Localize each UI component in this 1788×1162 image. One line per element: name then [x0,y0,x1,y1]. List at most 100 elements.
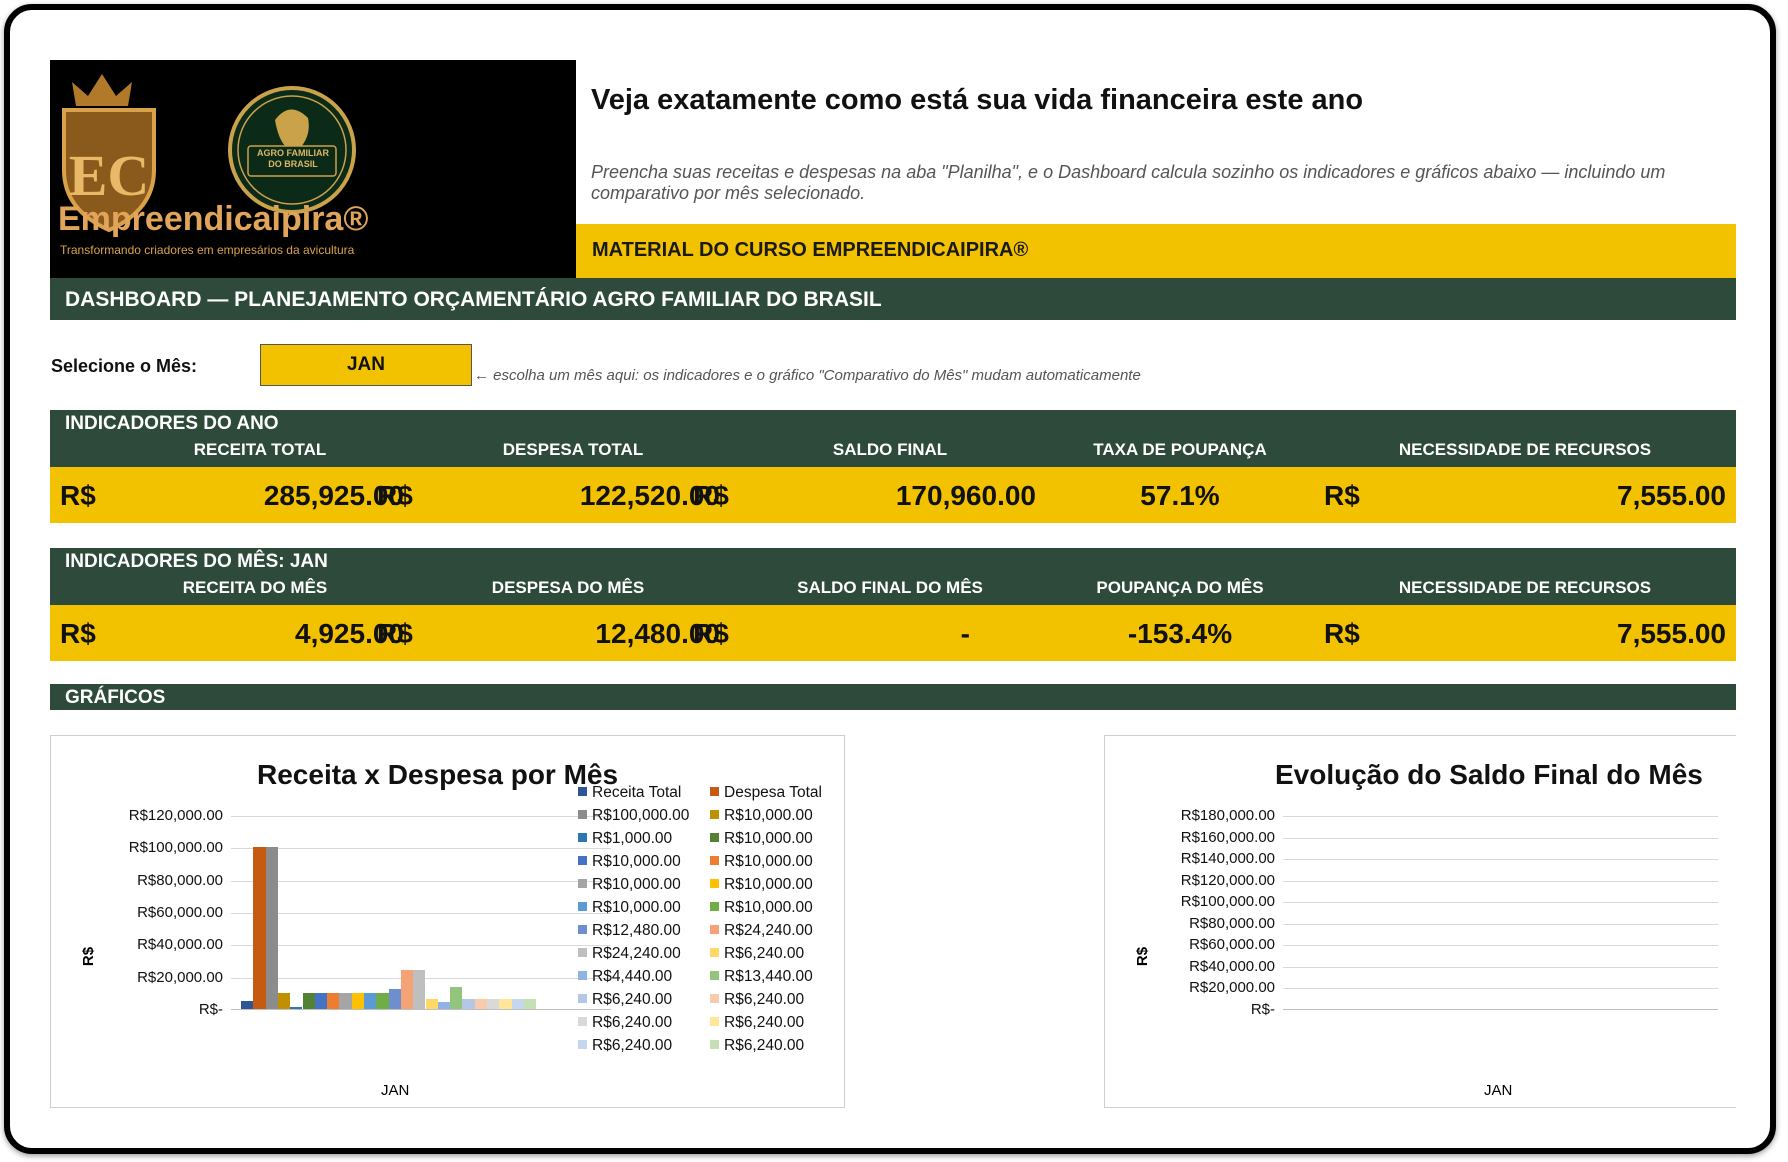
chart-bar [327,992,340,1009]
legend-swatch [578,1017,587,1026]
legend-label: Receita Total [592,784,682,801]
legend-label: R$6,240.00 [592,991,673,1008]
legend-swatch [710,948,719,957]
legend-swatch [578,1040,587,1049]
chart-evolucao-saldo[interactable]: Evolução do Saldo Final do Mês R$ R$- R$2… [1104,735,1736,1108]
legend-swatch [578,925,587,934]
value-saldo-final-mes: - [960,618,970,649]
currency-symbol: R$ [60,480,96,511]
chart-legend-item: R$4,440.00 [578,968,672,986]
chart-y-tick: R$20,000.00 [1189,979,1275,997]
chart-legend-item: R$100,000.00 [578,807,689,825]
month-selector[interactable]: JAN [260,344,472,386]
chart-legend-item: R$12,480.00 [578,922,681,940]
chart-y-tick: R$60,000.00 [1189,936,1275,954]
col-receita-mes: RECEITA DO MÊS [182,578,328,597]
legend-label: R$10,000.00 [724,807,813,824]
page-title: Veja exatamente como está sua vida finan… [591,84,1364,116]
chart-legend: Receita Total Despesa Total R$100,000.00 R$… [578,784,838,1054]
chart-legend-item: R$10,000.00 [710,899,813,917]
legend-swatch [710,1040,719,1049]
chart-y-tick: R$20,000.00 [137,968,223,986]
chart-y-tick: R$80,000.00 [137,871,223,889]
value-necessidade-recursos: 7,555.00 [1617,480,1726,511]
value-poupanca-mes: -153.4% [1127,618,1233,649]
chart-y-tick: R$100,000.00 [128,839,223,857]
legend-label: Despesa Total [724,784,822,801]
col-despesa-mes: DESPESA DO MÊS [491,578,645,597]
chart-bar [462,998,475,1009]
legend-label: R$6,240.00 [592,1014,673,1031]
legend-swatch [578,787,587,796]
currency-symbol: R$ [693,480,729,511]
chart-bar [437,1001,451,1009]
col-saldo-final: SALDO FINAL [832,440,948,459]
value-receita-mes: 4,925.00 [295,618,404,649]
dashboard-title: DASHBOARD — PLANEJAMENTO ORÇAMENTÁRIO AG… [50,278,1736,320]
legend-swatch [710,971,719,980]
month-selector-hint: ← escolha um mês aqui: os indicadores e … [474,367,1141,384]
chart-plot-area [231,816,611,1010]
month-indicators-values: R$ 4,925.00 R$ 12,480.00 R$ - -153.4% R$… [50,605,1736,661]
chart-y-tick: R$160,000.00 [1180,828,1275,846]
legend-swatch [710,994,719,1003]
currency-symbol: R$ [377,618,413,649]
chart-receita-despesa[interactable]: Receita x Despesa por Mês R$ R$- R$20,000… [50,735,845,1108]
legend-label: R$24,240.00 [724,922,813,939]
chart-bar [241,1001,254,1009]
legend-swatch [578,902,587,911]
legend-label: R$10,000.00 [592,876,681,893]
chart-bar [523,998,537,1009]
chart-plot-area [1283,816,1718,1010]
logo-tagline: Transformando criadores em empresários d… [60,243,355,257]
legend-label: R$10,000.00 [724,853,813,870]
month-indicators-header: INDICADORES DO MÊS: JAN RECEITA DO MÊS D… [50,548,1736,605]
chart-legend-item: R$6,240.00 [578,991,672,1009]
chart-legend-item: R$10,000.00 [710,876,813,894]
legend-swatch [710,879,719,888]
chart-bar [277,992,291,1009]
chart-legend-item: R$24,240.00 [710,922,813,940]
chart-bar [376,992,389,1009]
legend-label: R$10,000.00 [592,853,681,870]
chart-y-tick: R$80,000.00 [1189,914,1275,932]
chart-legend-item: R$10,000.00 [578,876,681,894]
legend-swatch [578,856,587,865]
legend-swatch [710,925,719,934]
currency-symbol: R$ [693,618,729,649]
chart-bar [487,998,500,1009]
chart-bar [351,992,364,1009]
year-indicators-values: R$ 285,925.00 R$ 122,520.00 R$ 170,960.0… [50,467,1736,523]
chart-legend-item: R$6,240.00 [578,1037,672,1055]
chart-bar [302,992,315,1009]
chart-legend-item: R$6,240.00 [578,1014,672,1032]
legend-label: R$12,480.00 [592,922,681,939]
legend-label: R$24,240.00 [592,945,681,962]
chart-bar [388,988,401,1009]
value-taxa-poupanca: 57.1% [1140,480,1220,511]
chart-y-tick: R$40,000.00 [137,936,223,954]
chart-bar [400,969,414,1009]
chart-bar [314,992,328,1009]
graficos-section-header: GRÁFICOS [50,684,1736,710]
chart-legend-item: R$10,000.00 [710,830,813,848]
legend-swatch [710,1017,719,1026]
chart-bar [339,992,352,1009]
chart-legend-item: R$24,240.00 [578,945,681,963]
legend-label: R$6,240.00 [724,1037,805,1054]
course-banner: MATERIAL DO CURSO EMPREENDICAIPIRA® [576,224,1736,278]
chart-bar [253,847,266,1009]
chart-legend-item: R$6,240.00 [710,945,804,963]
chart-legend-item: R$1,000.00 [578,830,672,848]
chart-bar [499,998,512,1009]
col-taxa-poupanca: TAXA DE POUPANÇA [1093,440,1267,459]
currency-symbol: R$ [377,480,413,511]
legend-label: R$6,240.00 [724,1014,805,1031]
chart-bar [364,992,377,1009]
chart-legend-item: R$10,000.00 [710,853,813,871]
legend-swatch [710,787,719,796]
legend-label: R$6,240.00 [724,991,805,1008]
svg-text:EC: EC [69,143,150,208]
chart-legend-item: R$6,240.00 [710,991,804,1009]
currency-symbol: R$ [60,618,96,649]
